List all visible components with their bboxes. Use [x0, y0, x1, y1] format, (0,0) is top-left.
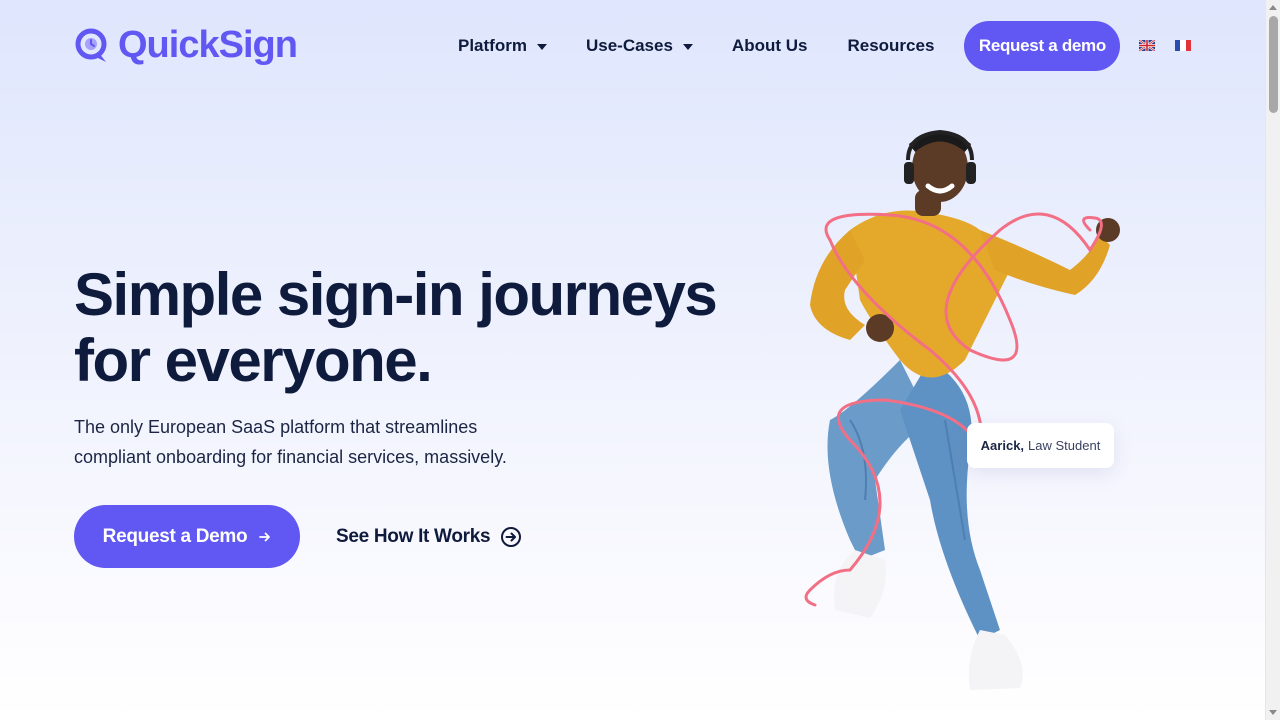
page: QuickSign Platform Use-Cases About Us Re…	[0, 0, 1265, 720]
scroll-down-arrow-icon[interactable]	[1269, 710, 1277, 715]
main-nav: Platform Use-Cases About Us Resources Re…	[458, 21, 1121, 71]
request-demo-button[interactable]: Request a demo	[964, 21, 1121, 71]
request-a-demo-button[interactable]: Request a Demo	[74, 505, 300, 568]
see-how-it-works-label: See How It Works	[336, 526, 491, 547]
hero-title-line-1: Simple sign-in journeys	[74, 261, 718, 328]
nav-item-about-us[interactable]: About Us	[732, 36, 808, 56]
scrollbar-thumb[interactable]	[1269, 16, 1278, 113]
hero-subtitle-line-1: The only European SaaS platform that str…	[74, 417, 478, 437]
hero-title: Simple sign-in journeys for everyone.	[74, 262, 754, 394]
nav-item-platform[interactable]: Platform	[458, 36, 547, 56]
testimonial-caption-card: Aarick, Law Student	[967, 423, 1114, 468]
request-a-demo-label: Request a Demo	[102, 525, 248, 547]
fr-flag-icon[interactable]	[1175, 40, 1191, 51]
circle-arrow-right-icon	[501, 527, 522, 547]
nav-item-resources[interactable]: Resources	[847, 36, 934, 56]
nav-item-use-cases[interactable]: Use-Cases	[586, 36, 693, 56]
arrow-right-icon	[259, 532, 271, 541]
hero-title-line-2: for everyone.	[74, 327, 433, 394]
caption-name: Aarick,	[980, 438, 1025, 453]
caption-role: Law Student	[1028, 438, 1101, 453]
caret-down-icon	[536, 44, 547, 50]
nav-item-label: Use-Cases	[585, 36, 673, 55]
hero-subtitle: The only European SaaS platform that str…	[74, 412, 544, 472]
page-scrollbar[interactable]	[1265, 0, 1280, 720]
nav-item-label: About Us	[731, 36, 808, 55]
hero-person-illustration	[804, 129, 1120, 690]
logo-mark-icon	[75, 28, 107, 62]
en-flag-icon[interactable]	[1139, 40, 1155, 51]
hero-subtitle-line-2: compliant onboarding for financial servi…	[74, 447, 507, 467]
nav-item-label: Platform	[458, 36, 527, 55]
logo-text: QuickSign	[118, 24, 298, 66]
quicksign-logo[interactable]: QuickSign	[74, 24, 298, 67]
caret-down-icon	[682, 44, 693, 50]
scroll-up-arrow-icon[interactable]	[1269, 5, 1277, 10]
see-how-it-works-link[interactable]: See How It Works	[336, 522, 522, 552]
nav-item-label: Resources	[847, 36, 935, 55]
